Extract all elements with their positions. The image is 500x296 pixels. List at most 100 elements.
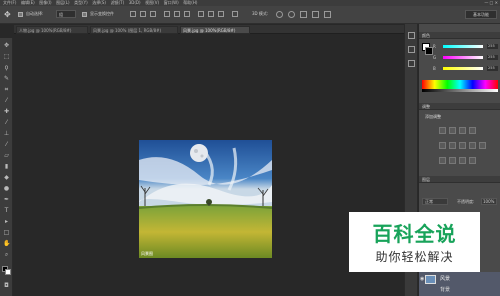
opacity-label: 不透明度: xyxy=(457,199,475,204)
adjustments-subtitle: 添加调整 xyxy=(425,114,441,119)
brush-tool-icon[interactable]: ⁄ xyxy=(3,119,10,126)
blue-label: B xyxy=(433,66,436,71)
green-slider[interactable] xyxy=(443,56,483,59)
align-buttons xyxy=(130,9,250,20)
auto-select-label: 自动选择: xyxy=(26,11,44,16)
type-tool-icon[interactable]: T xyxy=(3,207,10,214)
distribute-top-icon[interactable] xyxy=(198,11,204,17)
landscape-image xyxy=(139,140,272,258)
tab-label: 风景.jpg @ 100% (图层 1, RGB/8#) xyxy=(93,28,162,33)
mode-3d-label: 3D 模式: xyxy=(252,11,269,16)
dodge-tool-icon[interactable]: ● xyxy=(3,185,10,192)
adjustments-panel-title: 调整 xyxy=(422,104,430,109)
slide-3d-icon[interactable] xyxy=(312,11,319,18)
rotate-3d-icon[interactable] xyxy=(276,11,283,18)
quick-select-tool-icon[interactable]: ✎ xyxy=(3,75,10,82)
photo-caption: 风景图 xyxy=(141,251,153,256)
align-right-icon[interactable] xyxy=(184,11,190,17)
align-left-icon[interactable] xyxy=(164,11,170,17)
align-vcenter-icon[interactable] xyxy=(140,11,146,17)
background-color-swatch[interactable] xyxy=(425,47,433,55)
zoom-tool-icon[interactable]: ⌕ xyxy=(3,251,10,258)
layers-panel-header[interactable]: 图层 xyxy=(419,176,500,183)
marquee-tool-icon[interactable]: ⬚ xyxy=(3,53,10,60)
quick-mask-icon[interactable]: ◘ xyxy=(3,282,10,289)
distribute-left-icon[interactable] xyxy=(232,11,238,17)
green-value[interactable]: 255 xyxy=(487,55,498,60)
crop-tool-icon[interactable]: ⌗ xyxy=(3,86,10,93)
curves-icon[interactable] xyxy=(459,127,466,134)
color-panel-header[interactable]: 颜色 xyxy=(419,32,500,39)
layer-row[interactable]: ◉ 风景 背景 xyxy=(419,272,500,296)
show-transform-label: 显示变换控件 xyxy=(90,11,114,16)
adjustments-panel-header[interactable]: 调整 xyxy=(419,103,500,110)
align-hcenter-icon[interactable] xyxy=(174,11,180,17)
move-tool-icon[interactable]: ✥ xyxy=(4,10,11,19)
color-spectrum[interactable] xyxy=(422,80,498,89)
red-value[interactable]: 255 xyxy=(487,44,498,49)
levels-icon[interactable] xyxy=(449,127,456,134)
path-select-tool-icon[interactable]: ▸ xyxy=(3,218,10,225)
layers-panel-title: 图层 xyxy=(422,177,430,182)
tab-label: 人物.jpg @ 100%(RGB/8#) xyxy=(19,28,72,33)
eyedropper-tool-icon[interactable]: ⁄ xyxy=(3,97,10,104)
visibility-eye-icon[interactable]: ◉ xyxy=(420,276,424,282)
landscape-photo[interactable]: 风景图 xyxy=(139,140,272,258)
eraser-tool-icon[interactable]: ▱ xyxy=(3,152,10,159)
history-panel-icon[interactable] xyxy=(408,32,415,39)
blur-tool-icon[interactable]: ◆ xyxy=(3,174,10,181)
pen-tool-icon[interactable]: ✒ xyxy=(3,196,10,203)
auto-select-dropdown[interactable]: 组 xyxy=(56,10,76,18)
layer-thumbnail xyxy=(425,275,436,284)
invert-icon[interactable] xyxy=(439,157,446,164)
gradient-tool-icon[interactable]: ▮ xyxy=(3,163,10,170)
color-balance-icon[interactable] xyxy=(459,142,466,149)
blue-value[interactable]: 255 xyxy=(487,66,498,71)
info-panel-icon[interactable] xyxy=(408,60,415,67)
watermark-subtitle: 助你轻松解决 xyxy=(375,250,454,264)
blue-slider[interactable] xyxy=(443,67,483,70)
layer-sublabel: 背景 xyxy=(440,287,451,293)
exposure-icon[interactable] xyxy=(469,127,476,134)
pan-3d-icon[interactable] xyxy=(300,11,307,18)
threshold-icon[interactable] xyxy=(459,157,466,164)
distribute-vcenter-icon[interactable] xyxy=(208,11,214,17)
history-brush-tool-icon[interactable]: ⁄ xyxy=(3,141,10,148)
red-slider[interactable] xyxy=(443,45,483,48)
workspace-dropdown[interactable]: 基本功能 xyxy=(465,10,497,19)
properties-panel-icon[interactable] xyxy=(408,46,415,53)
hue-saturation-icon[interactable] xyxy=(449,142,456,149)
layer-name: 风景 xyxy=(440,276,451,282)
tab-landscape[interactable]: 风景.jpg @ 100%(RGB/8#) xyxy=(180,26,250,34)
watermark-box: 百科全说 助你轻松解决 xyxy=(349,212,480,272)
options-bar: ✥ 自动选择: 组 显示变换控件 3D 模式: 基本功能 xyxy=(0,6,500,24)
auto-select-checkbox[interactable] xyxy=(18,12,23,17)
show-transform-checkbox[interactable] xyxy=(82,12,87,17)
tab-person[interactable]: 人物.jpg @ 100%(RGB/8#) xyxy=(16,26,88,34)
shape-tool-icon[interactable]: □ xyxy=(3,229,10,236)
tab-label: 风景.jpg @ 100%(RGB/8#) xyxy=(183,28,236,33)
grayscale-ramp[interactable] xyxy=(422,89,498,92)
document-tabs: 人物.jpg @ 100%(RGB/8#) 风景.jpg @ 100% (图层 … xyxy=(14,25,404,34)
blend-mode-dropdown[interactable]: 正常 xyxy=(422,198,448,205)
roll-3d-icon[interactable] xyxy=(288,11,295,18)
mode-3d-buttons xyxy=(276,10,346,19)
hand-tool-icon[interactable]: ✋ xyxy=(3,240,10,247)
background-color-swatch[interactable] xyxy=(5,269,11,275)
posterize-icon[interactable] xyxy=(449,157,456,164)
move-tool-icon[interactable]: ✥ xyxy=(3,42,10,49)
align-bottom-icon[interactable] xyxy=(150,11,156,17)
align-top-icon[interactable] xyxy=(130,11,136,17)
scale-3d-icon[interactable] xyxy=(324,11,331,18)
stamp-tool-icon[interactable]: ⊥ xyxy=(3,130,10,137)
vibrance-icon[interactable] xyxy=(439,142,446,149)
distribute-bottom-icon[interactable] xyxy=(218,11,224,17)
healing-tool-icon[interactable]: ✚ xyxy=(3,108,10,115)
black-white-icon[interactable] xyxy=(469,142,476,149)
lasso-tool-icon[interactable]: ϙ xyxy=(3,64,10,71)
opacity-input[interactable]: 100% xyxy=(481,198,497,205)
gradient-map-icon[interactable] xyxy=(469,157,476,164)
photo-filter-icon[interactable] xyxy=(479,142,486,149)
brightness-contrast-icon[interactable] xyxy=(439,127,446,134)
tab-landscape-layer[interactable]: 风景.jpg @ 100% (图层 1, RGB/8#) xyxy=(90,26,178,34)
